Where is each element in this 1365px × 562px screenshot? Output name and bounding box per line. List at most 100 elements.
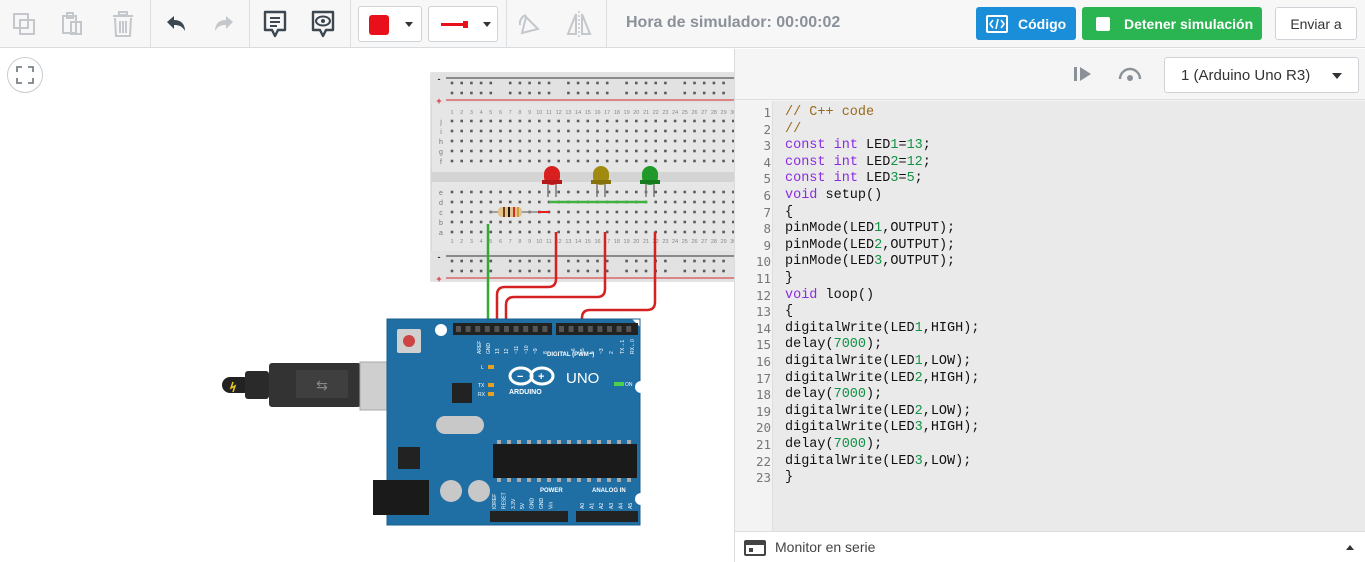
svg-text:22: 22: [653, 110, 659, 116]
svg-text:6: 6: [499, 239, 502, 245]
arduino-label: L: [481, 365, 484, 371]
code-button[interactable]: Código: [976, 7, 1076, 40]
copy-icon[interactable]: [8, 6, 40, 42]
svg-text:4: 4: [480, 110, 483, 116]
svg-text:b: b: [439, 220, 443, 227]
fill-color-dropdown[interactable]: [358, 6, 422, 42]
arduino-label: 5V: [520, 502, 526, 509]
line-number: 5: [763, 171, 771, 187]
line-number: 18: [755, 387, 771, 403]
svg-text:21: 21: [643, 239, 649, 245]
svg-text:+: +: [538, 371, 544, 383]
redo-icon[interactable]: [208, 6, 240, 42]
svg-text:15: 15: [585, 239, 591, 245]
svg-text:12: 12: [556, 110, 562, 116]
arduino-label: ~5: [580, 348, 586, 354]
line-number: 1: [763, 105, 771, 120]
circuit-canvas[interactable]: j i h g f e d c b a - + - +1 1 2 2 3 3 4 4 5 5 6 6 7 7 8 8 9 9 10 10 11 11…: [0, 49, 734, 562]
undo-icon[interactable]: [160, 6, 192, 42]
code-line: delay(7000);: [785, 437, 883, 452]
line-number: 19: [755, 403, 771, 419]
svg-text:e: e: [439, 190, 443, 197]
flip-icon[interactable]: [562, 6, 596, 42]
arduino-label: ON: [625, 382, 633, 388]
arduino-label: 7: [561, 351, 567, 354]
code-editor[interactable]: 1 2 3 4 5 6 7 8 9 10 11 12 13 14 15 16 17 18 19 20 21 22 23 //…: [735, 101, 1365, 531]
svg-text:1: 1: [450, 239, 453, 245]
svg-text:27: 27: [701, 239, 707, 245]
line-number: 3: [763, 138, 771, 154]
chevron-down-icon: [1332, 73, 1342, 79]
arduino-label: Vin: [548, 502, 554, 509]
rotate-icon[interactable]: [512, 6, 546, 42]
trash-icon[interactable]: [107, 6, 139, 42]
stop-simulation-label: Detener simulación: [1124, 15, 1254, 32]
svg-text:14: 14: [575, 110, 581, 116]
svg-text:7: 7: [509, 239, 512, 245]
line-number: 7: [763, 204, 771, 220]
code-line: {: [785, 304, 794, 320]
svg-text:-: -: [438, 252, 441, 262]
svg-text:+: +: [436, 96, 441, 106]
svg-text:11: 11: [546, 110, 552, 116]
line-number: 12: [755, 287, 771, 303]
svg-text:29: 29: [721, 239, 727, 245]
code-line: }: [785, 470, 794, 486]
svg-text:-: -: [438, 74, 441, 84]
notes-icon[interactable]: [258, 6, 292, 42]
svg-text:25: 25: [682, 239, 688, 245]
paste-icon[interactable]: [56, 6, 88, 42]
svg-text:28: 28: [711, 239, 717, 245]
svg-text:14: 14: [575, 239, 581, 245]
code-line: digitalWrite(LED2,LOW);: [785, 403, 972, 419]
arduino-uno-board[interactable]: − +: [373, 318, 647, 526]
svg-text:20: 20: [633, 239, 639, 245]
line-number-gutter: 1 2 3 4 5 6 7 8 9 10 11 12 13 14 15 16 17 18 19 20 21 22 23: [735, 101, 773, 531]
arduino-label: A4: [618, 503, 624, 509]
circuit-drawing: jihgfedcba-+-+11223344556677889910101111…: [222, 72, 734, 526]
line-number: 4: [763, 154, 771, 170]
line-number: 14: [755, 320, 771, 336]
svg-text:2: 2: [460, 239, 463, 245]
arduino-label: 12: [504, 348, 510, 354]
code-button-label: Código: [1018, 15, 1067, 32]
send-to-button[interactable]: Enviar a: [1275, 7, 1357, 40]
arduino-label: 8: [543, 351, 549, 354]
code-line: }: [785, 271, 794, 286]
toolbar-divider: [150, 0, 151, 48]
svg-text:13: 13: [565, 239, 571, 245]
arduino-label: GND: [539, 498, 545, 510]
stop-simulation-button[interactable]: Detener simulación: [1082, 7, 1262, 40]
line-number: 23: [755, 470, 771, 486]
step-icon[interactable]: [1073, 66, 1093, 87]
arduino-label: GND: [486, 343, 492, 355]
arduino-label: 3.3V: [511, 498, 517, 509]
svg-text:2: 2: [460, 110, 463, 116]
chevron-up-icon[interactable]: [1346, 545, 1354, 550]
code-panel-header: 1 (Arduino Uno R3): [735, 49, 1365, 100]
view-notes-icon[interactable]: [306, 6, 340, 42]
svg-text:10: 10: [536, 110, 542, 116]
svg-text:8: 8: [518, 110, 521, 116]
device-select-value: 1 (Arduino Uno R3): [1181, 66, 1311, 84]
svg-text:19: 19: [624, 239, 630, 245]
code-line: const int LED1=13;: [785, 138, 931, 154]
device-select[interactable]: 1 (Arduino Uno R3): [1164, 57, 1359, 93]
breadboard[interactable]: jihgfedcba-+-+11223344556677889910101111…: [430, 72, 734, 284]
wire-style-dropdown[interactable]: [428, 6, 498, 42]
arduino-label: RX←0: [630, 339, 636, 354]
line-number: 11: [755, 271, 771, 286]
svg-text:j: j: [439, 119, 442, 126]
simulation-time: Hora de simulador: 00:00:02: [626, 14, 841, 31]
code-line: void setup(): [785, 188, 883, 203]
serial-monitor-bar[interactable]: Monitor en serie: [735, 531, 1365, 562]
debug-icon[interactable]: [1118, 65, 1142, 88]
code-line: const int LED2=12;: [785, 154, 931, 170]
svg-text:5: 5: [489, 110, 492, 116]
svg-text:28: 28: [711, 110, 717, 116]
svg-text:11: 11: [546, 239, 552, 245]
arduino-label: ~3: [599, 348, 605, 354]
stop-icon: [1096, 16, 1110, 31]
toolbar: Hora de simulador: 00:00:02 Código Deten…: [0, 0, 1365, 48]
arduino-label: IOREF: [492, 494, 498, 509]
